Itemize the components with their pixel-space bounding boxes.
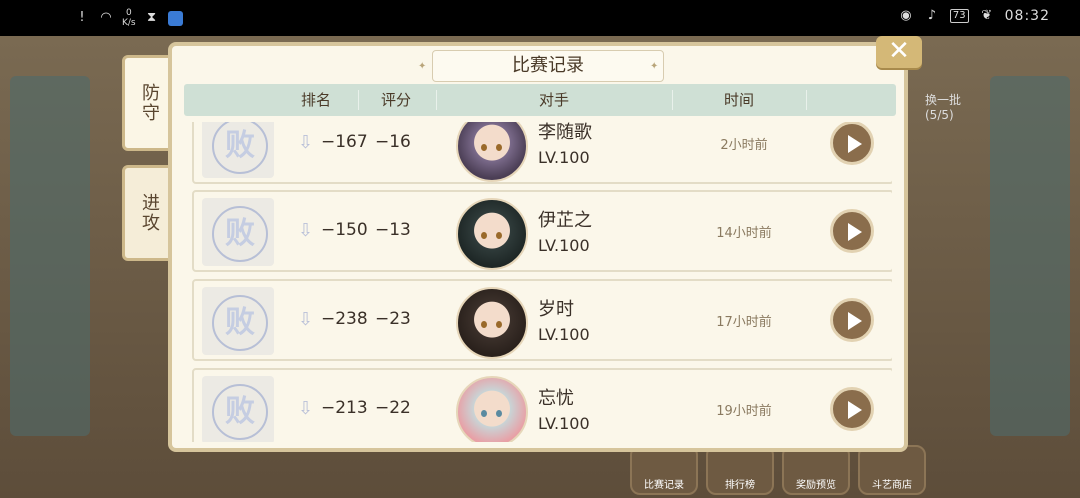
opponent-level: LV.100 [538, 148, 590, 167]
header-score: 评分 [380, 91, 411, 109]
match-time: 17小时前 [716, 315, 772, 330]
refresh-label[interactable]: 换一批 (5/5) [925, 91, 961, 122]
title-ornament-icon: ✦ [418, 61, 427, 72]
down-arrow-icon: ⇩ [298, 309, 314, 330]
score-change: −16 [375, 132, 411, 152]
net-speed: 0 K/s [122, 8, 136, 28]
play-icon [848, 312, 862, 330]
header-opponent: 对手 [538, 91, 569, 109]
table-row: 败 ⇩ −238 −23 岁时 LV.100 17小时前 [192, 279, 892, 361]
play-icon [848, 401, 862, 419]
opponent-avatar [456, 198, 528, 270]
leaderboard-button[interactable]: 排行榜 [706, 445, 774, 495]
header-divider [806, 90, 807, 110]
table-row: 败 ⇩ −213 −22 忘忧 LV.100 19小时前 [192, 368, 892, 442]
play-icon [848, 135, 862, 153]
play-icon [848, 223, 862, 241]
match-record-button[interactable]: 比赛记录 [630, 445, 698, 495]
down-arrow-icon: ⇩ [298, 220, 314, 241]
panel-title: 比赛记录 [432, 50, 664, 82]
replay-button[interactable] [830, 209, 874, 253]
opponent-level: LV.100 [538, 414, 590, 433]
table-row: 败 ⇩ −167 −16 李随歌 LV.100 2小时前 [192, 122, 892, 184]
loss-badge: 败 [202, 287, 274, 355]
rank-change: −150 [321, 220, 368, 240]
opponent-name: 伊芷之 [538, 210, 592, 231]
loss-badge: 败 [202, 198, 274, 266]
notification-icon: ! [79, 10, 85, 25]
opponent-avatar [456, 376, 528, 442]
match-time: 19小时前 [716, 404, 772, 419]
match-time: 14小时前 [716, 226, 772, 241]
eye-icon: ◉ [900, 8, 912, 23]
table-header: 排名 评分 对手 时间 [184, 84, 896, 116]
opponent-name: 岁时 [538, 299, 574, 320]
down-arrow-icon: ⇩ [298, 398, 314, 419]
opponent-name: 忘忧 [538, 388, 574, 409]
clock: 08:32 [1004, 8, 1050, 24]
hourglass-icon: ⧗ [147, 10, 157, 25]
record-list[interactable]: 败 ⇩ −167 −16 李随歌 LV.100 2小时前 败 ⇩ −150 −1… [192, 122, 892, 442]
opponent-avatar [456, 287, 528, 359]
replay-button[interactable] [830, 387, 874, 431]
app-badge-icon [167, 10, 183, 26]
wifi-icon: ◠ [100, 10, 112, 25]
close-button[interactable]: ✕ [876, 36, 922, 68]
score-change: −13 [375, 220, 411, 240]
title-ornament-icon: ✦ [650, 61, 659, 72]
loss-badge: 败 [202, 122, 274, 178]
match-record-panel: ✦ 比赛记录 ✦ 排名 评分 对手 时间 败 ⇩ −167 −16 李随歌 LV… [168, 42, 908, 452]
opponent-avatar [456, 122, 528, 182]
shop-button[interactable]: 斗艺商店 [858, 445, 926, 495]
match-time: 2小时前 [720, 138, 768, 153]
replay-button[interactable] [830, 298, 874, 342]
down-arrow-icon: ⇩ [298, 132, 314, 153]
score-change: −22 [375, 398, 411, 418]
rank-change: −167 [321, 132, 368, 152]
replay-button[interactable] [830, 122, 874, 165]
opponent-level: LV.100 [538, 236, 590, 255]
header-time: 时间 [723, 91, 754, 109]
loss-badge: 败 [202, 376, 274, 442]
opponent-level: LV.100 [538, 325, 590, 344]
opponent-name: 李随歌 [538, 122, 592, 143]
rank-change: −238 [321, 309, 368, 329]
leaf-icon: ❦ [981, 8, 993, 23]
table-row: 败 ⇩ −150 −13 伊芷之 LV.100 14小时前 [192, 190, 892, 272]
battery-level: 73 [949, 9, 969, 23]
bg-pillar [10, 76, 90, 436]
status-bar: ! ◠ 0 K/s ⧗ ◉ ♪ 73 ❦ 08:32 [0, 0, 1080, 36]
bg-pillar [990, 76, 1070, 436]
header-rank: 排名 [300, 91, 331, 109]
bell-off-icon: ♪ [927, 8, 937, 23]
score-change: −23 [375, 309, 411, 329]
reward-preview-button[interactable]: 奖励预览 [782, 445, 850, 495]
rank-change: −213 [321, 398, 368, 418]
